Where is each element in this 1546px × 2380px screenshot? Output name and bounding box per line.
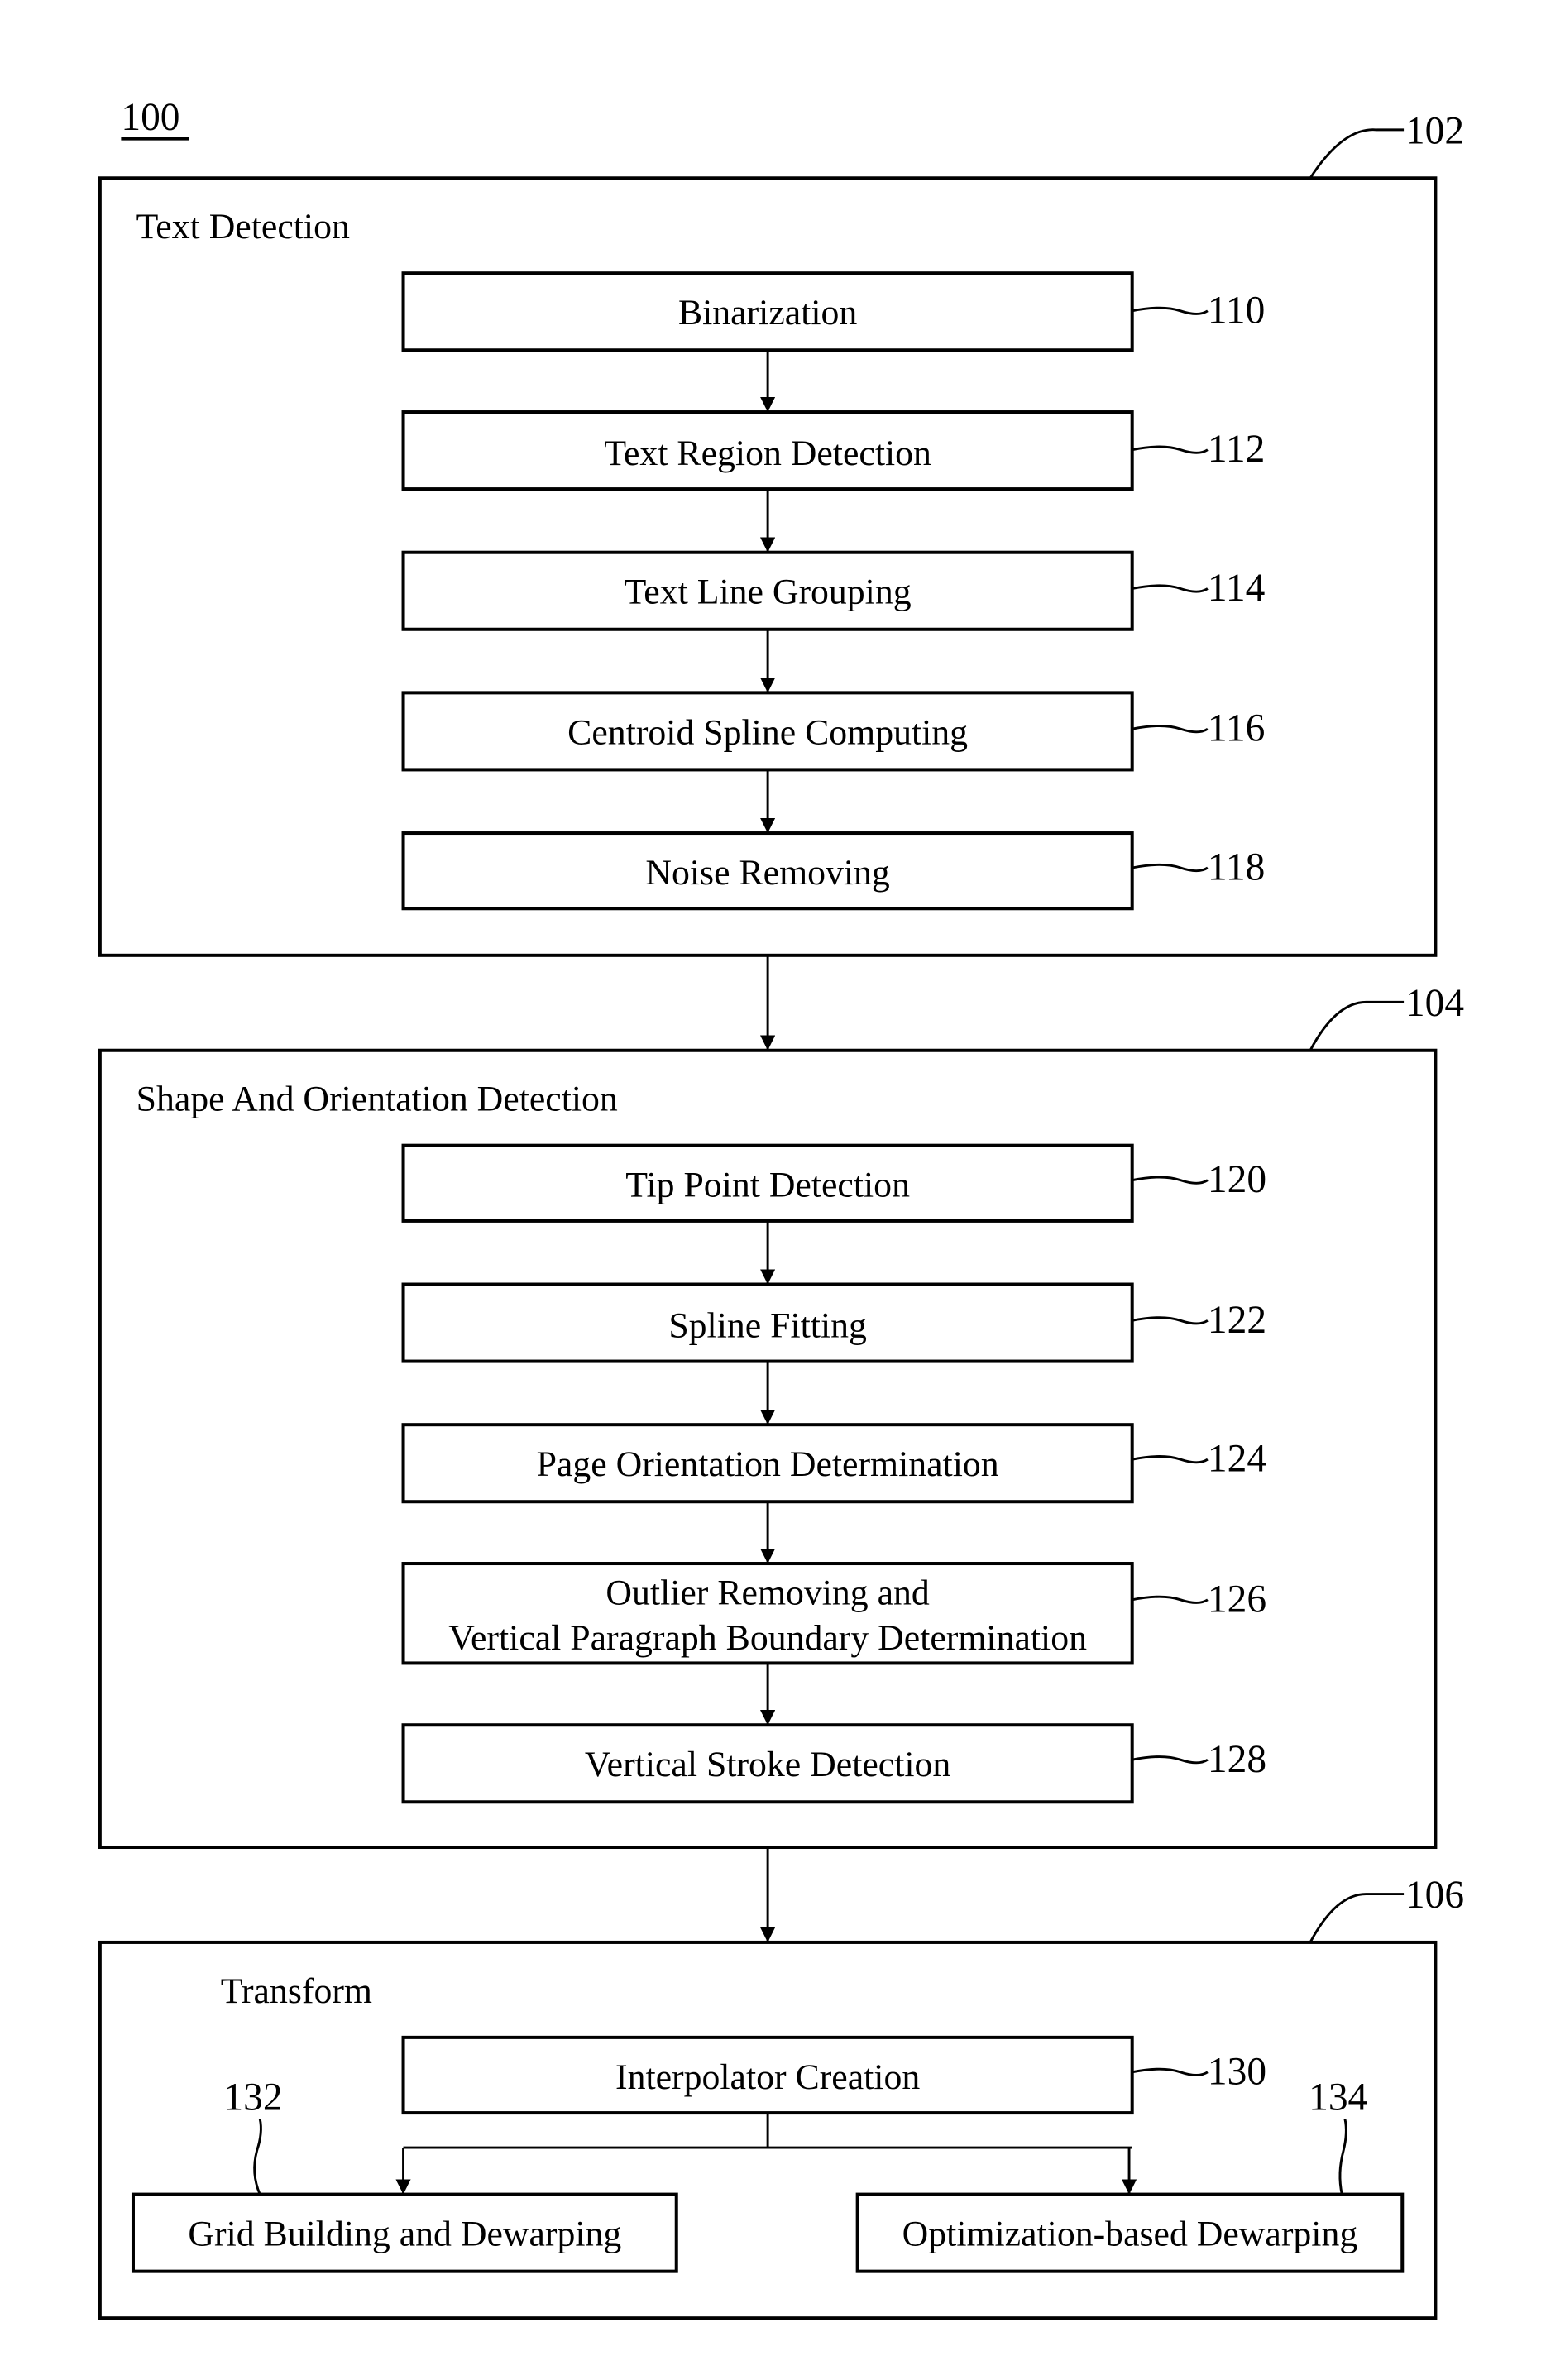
group-title: Text Detection: [136, 207, 350, 247]
ref-120: 120: [1208, 1158, 1266, 1201]
step-label: Tip Point Detection: [625, 1166, 910, 1205]
ref-130: 130: [1208, 2050, 1266, 2093]
step-label: Grid Building and Dewarping: [188, 2215, 621, 2254]
step-label: Vertical Stroke Detection: [585, 1745, 950, 1784]
ref-114: 114: [1208, 567, 1265, 610]
ref-134: 134: [1309, 2076, 1367, 2119]
ref-110: 110: [1208, 289, 1265, 332]
ref-126: 126: [1208, 1578, 1266, 1621]
ref-leader-104: [1309, 1000, 1405, 1051]
group-shape-orientation-detection: Shape And Orientation Detection 104 Tip …: [98, 982, 1464, 1850]
step-label-line-1: Outlier Removing and: [605, 1573, 930, 1612]
group-title: Shape And Orientation Detection: [136, 1080, 618, 1119]
ref-124: 124: [1208, 1438, 1266, 1481]
ref-104: 104: [1405, 982, 1464, 1025]
step-label: Centroid Spline Computing: [567, 712, 968, 752]
step-label: Spline Fitting: [668, 1305, 867, 1345]
step-label-line-2: Vertical Paragraph Boundary Determinatio…: [448, 1618, 1087, 1658]
step-label: Page Orientation Determination: [537, 1444, 999, 1484]
step-label: Optimization-based Dewarping: [902, 2215, 1358, 2254]
step-label: Text Line Grouping: [625, 572, 912, 612]
ref-leader-102: [1309, 128, 1405, 180]
ref-102: 102: [1405, 109, 1464, 152]
step-label: Noise Removing: [645, 853, 890, 893]
ref-leader-106: [1309, 1893, 1405, 1943]
ref-116: 116: [1208, 707, 1265, 750]
flowchart-diagram: 100 Text Detection 102 Binarization 110 …: [98, 96, 1464, 2320]
ref-122: 122: [1208, 1299, 1266, 1342]
ref-106: 106: [1405, 1874, 1464, 1917]
figure-number: 100: [121, 96, 179, 139]
ref-112: 112: [1208, 428, 1265, 471]
group-title: Transform: [221, 1971, 372, 2011]
step-label: Text Region Detection: [604, 433, 931, 473]
ref-118: 118: [1208, 846, 1265, 889]
ref-128: 128: [1208, 1738, 1266, 1781]
group-transform: Transform 106 Interpolator Creation 130 …: [98, 1874, 1464, 2320]
ref-132: 132: [223, 2076, 282, 2119]
step-label: Interpolator Creation: [615, 2057, 920, 2097]
group-text-detection: Text Detection 102 Binarization 110 Text…: [98, 109, 1464, 957]
step-label: Binarization: [678, 293, 857, 333]
